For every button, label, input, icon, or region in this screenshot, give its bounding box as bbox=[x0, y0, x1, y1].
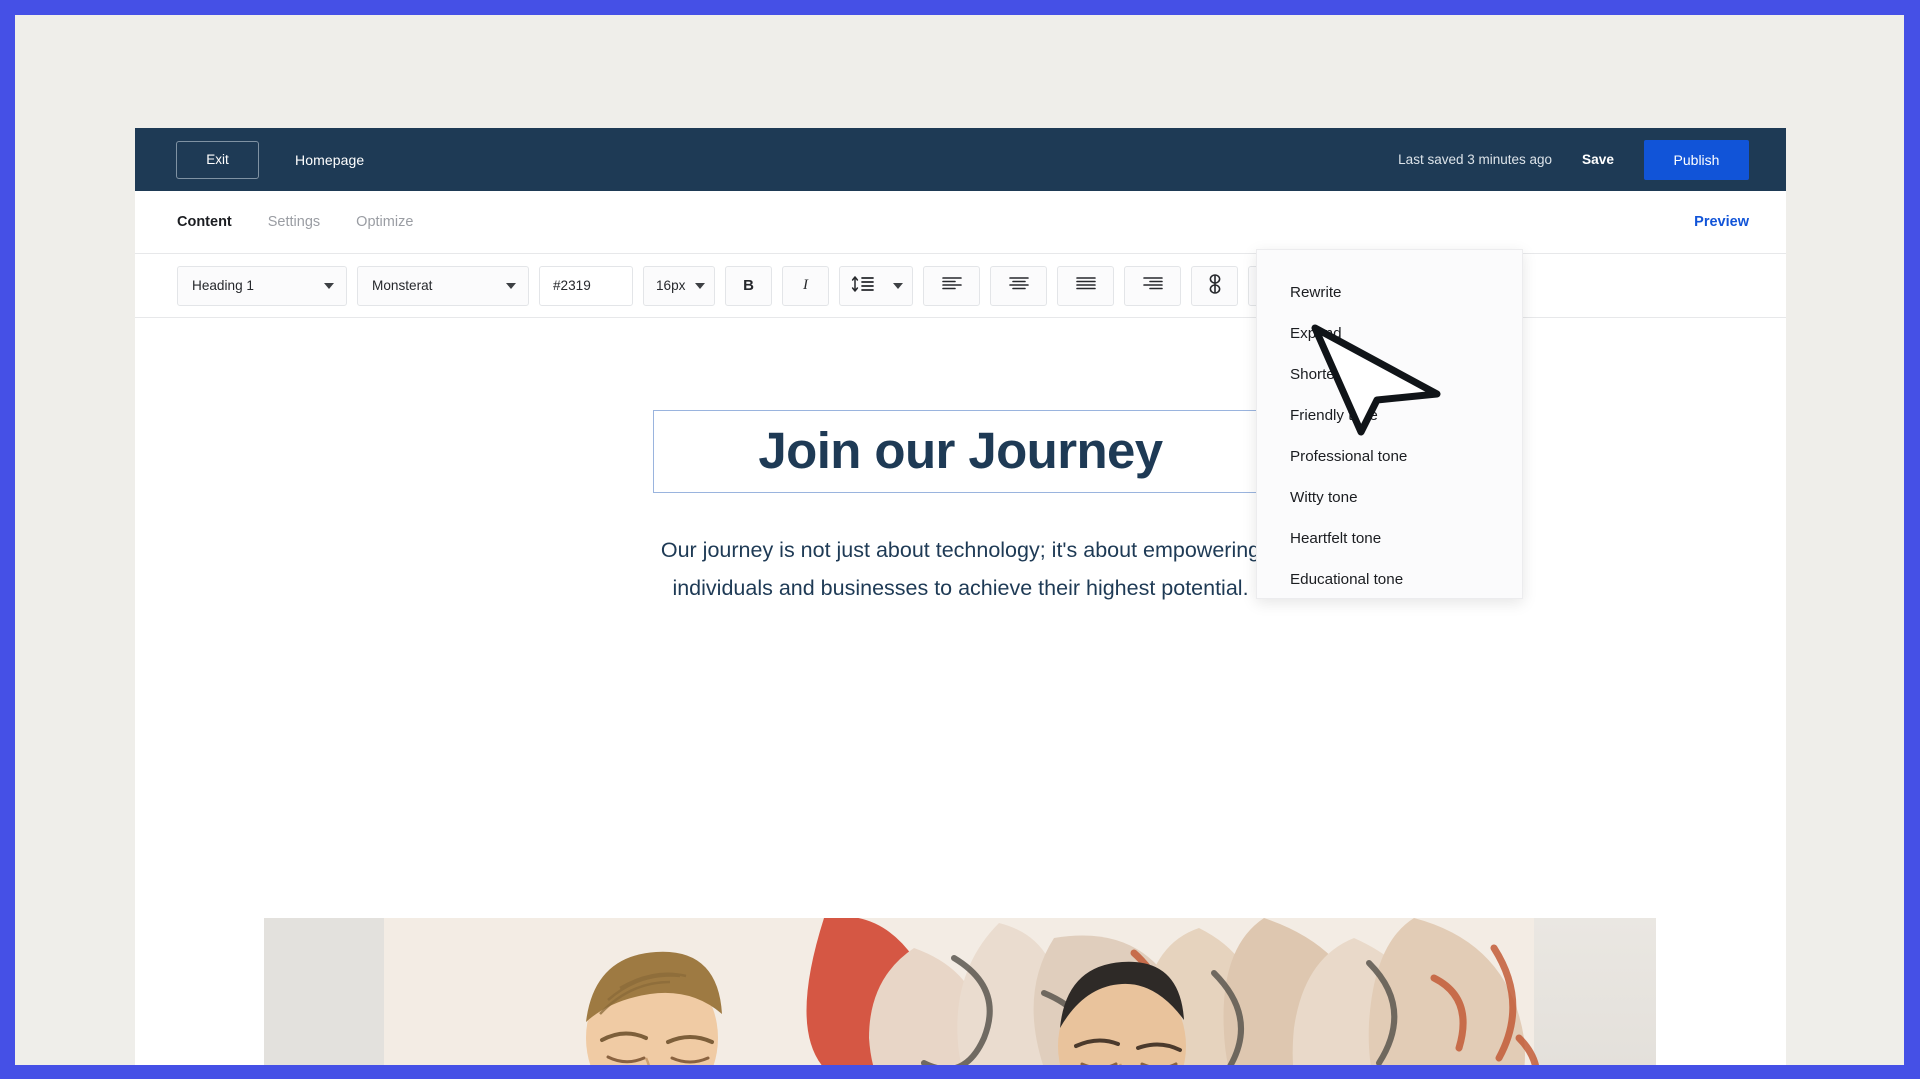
align-center-button[interactable] bbox=[990, 265, 1047, 306]
publish-button[interactable]: Publish bbox=[1644, 139, 1749, 180]
editor-tabs: Content Settings Optimize Preview bbox=[135, 191, 1786, 254]
chevron-down-icon bbox=[893, 282, 903, 289]
italic-button[interactable]: I bbox=[782, 265, 829, 306]
font-family-select[interactable]: Monsterat bbox=[357, 265, 529, 306]
site-editor-window: Exit Homepage Last saved 3 minutes ago S… bbox=[135, 128, 1786, 1065]
page-title[interactable]: Join our Journey bbox=[654, 425, 1267, 476]
menu-item-friendly-tone[interactable]: Friendly tone bbox=[1257, 395, 1522, 436]
font-family-value: Monsterat bbox=[372, 278, 433, 293]
menu-item-heartfelt-tone[interactable]: Heartfelt tone bbox=[1257, 518, 1522, 559]
tab-optimize[interactable]: Optimize bbox=[356, 214, 413, 230]
app-canvas: Exit Homepage Last saved 3 minutes ago S… bbox=[15, 15, 1904, 1065]
text-style-select[interactable]: Heading 1 bbox=[177, 265, 347, 306]
menu-item-shorten[interactable]: Shorten bbox=[1257, 354, 1522, 395]
editor-topbar: Exit Homepage Last saved 3 minutes ago S… bbox=[135, 128, 1786, 191]
line-height-icon bbox=[850, 275, 876, 296]
chevron-down-icon bbox=[324, 282, 334, 289]
text-style-value: Heading 1 bbox=[192, 278, 254, 293]
align-justify-button[interactable] bbox=[1057, 265, 1114, 306]
hero-image[interactable] bbox=[264, 918, 1656, 1065]
menu-item-educational-tone[interactable]: Educational tone bbox=[1257, 559, 1522, 600]
bold-button[interactable]: B bbox=[725, 265, 772, 306]
menu-item-expand[interactable]: Expand bbox=[1257, 313, 1522, 354]
hero-image-artwork bbox=[264, 918, 1656, 1065]
preview-link[interactable]: Preview bbox=[1694, 214, 1749, 230]
align-left-button[interactable] bbox=[923, 265, 980, 306]
font-size-select[interactable]: 16px bbox=[643, 265, 715, 306]
menu-item-professional-tone[interactable]: Professional tone bbox=[1257, 436, 1522, 477]
page-canvas: Join our Journey Our journey is not just… bbox=[135, 410, 1786, 1065]
last-saved-status: Last saved 3 minutes ago bbox=[1398, 152, 1553, 167]
font-size-value: 16px bbox=[656, 278, 686, 293]
chevron-down-icon bbox=[695, 282, 705, 289]
attachment-icon bbox=[1206, 273, 1224, 298]
menu-item-rewrite[interactable]: Rewrite bbox=[1257, 272, 1522, 313]
align-justify-icon bbox=[1075, 276, 1097, 295]
exit-button[interactable]: Exit bbox=[176, 140, 259, 179]
chevron-down-icon bbox=[506, 282, 516, 289]
save-button[interactable]: Save bbox=[1582, 152, 1614, 167]
formatting-toolbar: Heading 1 Monsterat #2319 16px B I bbox=[135, 254, 1786, 318]
ai-assistant-dropdown[interactable]: Rewrite Expand Shorten Friendly tone Pro… bbox=[1256, 249, 1523, 599]
insert-link-button[interactable] bbox=[1191, 265, 1238, 306]
line-height-button[interactable] bbox=[839, 265, 913, 306]
heading-selection-box[interactable]: Join our Journey bbox=[653, 410, 1268, 493]
align-left-icon bbox=[941, 276, 963, 295]
text-color-input[interactable]: #2319 bbox=[539, 265, 633, 306]
menu-item-witty-tone[interactable]: Witty tone bbox=[1257, 477, 1522, 518]
align-right-button[interactable] bbox=[1124, 265, 1181, 306]
tab-content[interactable]: Content bbox=[177, 214, 232, 230]
text-color-value: #2319 bbox=[553, 278, 591, 293]
align-right-icon bbox=[1142, 276, 1164, 295]
align-center-icon bbox=[1008, 276, 1030, 295]
tab-settings[interactable]: Settings bbox=[268, 214, 320, 230]
browser-frame: Exit Homepage Last saved 3 minutes ago S… bbox=[0, 0, 1920, 1079]
page-paragraph[interactable]: Our journey is not just about technology… bbox=[621, 531, 1301, 608]
page-name-label: Homepage bbox=[295, 151, 365, 168]
